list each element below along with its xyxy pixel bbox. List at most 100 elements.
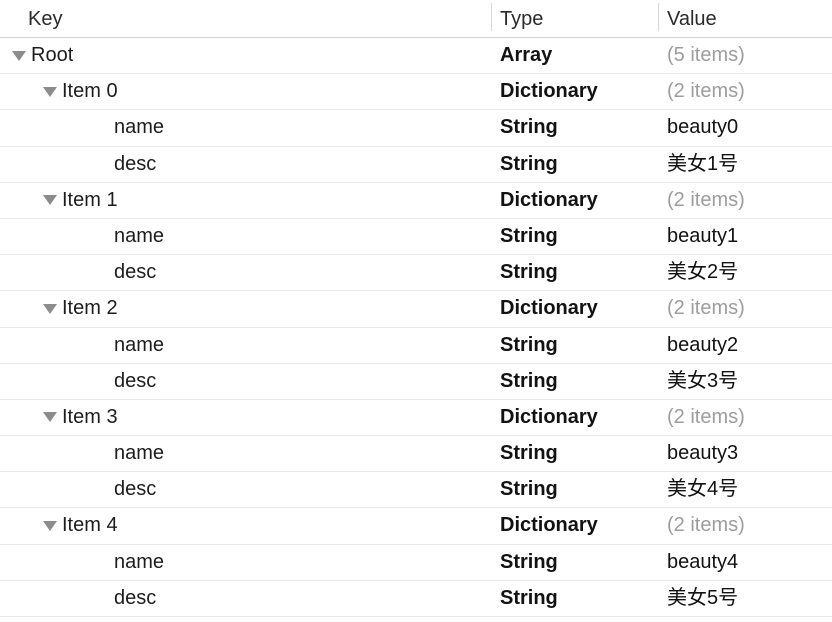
table-row[interactable]: Item 0 Dictionary (2 items): [0, 74, 832, 111]
row-key-label: desc: [114, 152, 157, 175]
row-type-cell[interactable]: String: [500, 472, 558, 507]
plist-rows: Root Array (5 items) Item 0 Dictionary (2 ite…: [0, 38, 832, 617]
row-value-cell[interactable]: (2 items): [667, 183, 745, 218]
row-value-cell[interactable]: 美女2号: [667, 255, 738, 290]
disclosure-triangle-down-icon[interactable]: [43, 86, 57, 97]
table-row[interactable]: desc String 美女3号: [0, 363, 832, 400]
table-row[interactable]: name String beauty3: [0, 436, 832, 473]
row-value-cell[interactable]: (2 items): [667, 291, 745, 326]
row-key-cell[interactable]: desc: [0, 364, 156, 399]
row-key-label: Item 1: [62, 188, 118, 211]
row-type-cell[interactable]: String: [500, 545, 558, 580]
row-key-label: Item 2: [62, 297, 118, 320]
row-value-cell[interactable]: beauty4: [667, 545, 738, 580]
row-key-label: desc: [114, 586, 157, 609]
row-key-label: name: [114, 224, 165, 247]
row-key-label: Item 4: [62, 514, 118, 537]
column-header-value[interactable]: Value: [667, 0, 717, 38]
table-row[interactable]: desc String 美女2号: [0, 255, 832, 292]
disclosure-triangle-down-icon[interactable]: [12, 50, 26, 61]
table-row[interactable]: name String beauty0: [0, 110, 832, 147]
disclosure-spacer-icon: [95, 376, 109, 386]
row-key-label: Root: [31, 44, 74, 66]
row-value-cell[interactable]: beauty2: [667, 328, 738, 363]
row-key-cell[interactable]: desc: [0, 581, 156, 616]
disclosure-spacer-icon: [95, 557, 109, 567]
row-type-cell[interactable]: Dictionary: [500, 291, 598, 326]
row-value-cell[interactable]: beauty1: [667, 219, 738, 254]
disclosure-spacer-icon: [95, 232, 109, 242]
disclosure-spacer-icon: [95, 159, 109, 169]
row-value-cell[interactable]: 美女5号: [667, 581, 738, 616]
column-divider-value[interactable]: [658, 3, 659, 31]
row-key-cell[interactable]: Item 4: [0, 508, 118, 543]
table-row[interactable]: desc String 美女4号: [0, 472, 832, 509]
row-key-cell[interactable]: Item 3: [0, 400, 118, 435]
row-key-cell[interactable]: name: [0, 328, 164, 363]
row-key-label: name: [114, 442, 165, 465]
row-value-cell[interactable]: 美女4号: [667, 472, 738, 507]
row-type-cell[interactable]: Dictionary: [500, 508, 598, 543]
disclosure-triangle-down-icon[interactable]: [43, 195, 57, 206]
table-row[interactable]: name String beauty1: [0, 218, 832, 256]
disclosure-spacer-icon: [95, 268, 109, 278]
table-row[interactable]: desc String 美女5号: [0, 580, 832, 617]
table-row[interactable]: desc String 美女1号: [0, 146, 832, 183]
row-type-cell[interactable]: Dictionary: [500, 74, 598, 109]
row-value-cell[interactable]: (2 items): [667, 508, 745, 543]
row-key-cell[interactable]: Item 0: [0, 74, 118, 109]
row-key-label: Item 3: [62, 405, 118, 428]
disclosure-spacer-icon: [95, 123, 109, 133]
column-header-key[interactable]: Key: [28, 0, 62, 38]
row-type-cell[interactable]: String: [500, 364, 558, 399]
row-key-label: desc: [114, 369, 157, 392]
table-row[interactable]: Item 3 Dictionary (2 items): [0, 399, 832, 437]
row-type-cell[interactable]: Array: [500, 38, 552, 73]
row-type-cell[interactable]: String: [500, 147, 558, 182]
table-row[interactable]: Root Array (5 items): [0, 38, 832, 75]
row-value-cell[interactable]: (2 items): [667, 74, 745, 109]
row-key-cell[interactable]: desc: [0, 472, 156, 507]
row-key-label: name: [114, 333, 165, 356]
row-value-cell[interactable]: 美女3号: [667, 364, 738, 399]
row-key-cell[interactable]: desc: [0, 255, 156, 290]
column-header-type[interactable]: Type: [500, 0, 543, 38]
row-key-cell[interactable]: name: [0, 110, 164, 145]
row-key-label: name: [114, 116, 165, 139]
row-type-cell[interactable]: String: [500, 219, 558, 254]
row-value-cell[interactable]: beauty3: [667, 436, 738, 471]
row-type-cell[interactable]: String: [500, 328, 558, 363]
row-value-cell[interactable]: (2 items): [667, 400, 745, 435]
row-key-cell[interactable]: Item 1: [0, 183, 118, 218]
table-row[interactable]: name String beauty4: [0, 544, 832, 581]
row-type-cell[interactable]: Dictionary: [500, 400, 598, 435]
row-key-cell[interactable]: desc: [0, 147, 156, 182]
disclosure-triangle-down-icon[interactable]: [43, 412, 57, 423]
row-key-label: name: [114, 550, 165, 573]
row-key-cell[interactable]: Item 2: [0, 291, 118, 326]
disclosure-spacer-icon: [95, 485, 109, 495]
disclosure-triangle-down-icon[interactable]: [43, 521, 57, 532]
row-type-cell[interactable]: String: [500, 110, 558, 145]
row-key-cell[interactable]: Root: [0, 38, 73, 73]
row-type-cell[interactable]: Dictionary: [500, 183, 598, 218]
table-row[interactable]: Item 1 Dictionary (2 items): [0, 182, 832, 219]
row-key-cell[interactable]: name: [0, 219, 164, 254]
row-value-cell[interactable]: beauty0: [667, 110, 738, 145]
disclosure-spacer-icon: [95, 593, 109, 603]
row-type-cell[interactable]: String: [500, 255, 558, 290]
row-type-cell[interactable]: String: [500, 581, 558, 616]
row-key-label: desc: [114, 478, 157, 501]
table-row[interactable]: Item 2 Dictionary (2 items): [0, 291, 832, 328]
row-key-cell[interactable]: name: [0, 545, 164, 580]
row-type-cell[interactable]: String: [500, 436, 558, 471]
table-row[interactable]: Item 4 Dictionary (2 items): [0, 508, 832, 545]
table-row[interactable]: name String beauty2: [0, 327, 832, 364]
disclosure-triangle-down-icon[interactable]: [43, 303, 57, 314]
row-value-cell[interactable]: 美女1号: [667, 147, 738, 182]
row-key-label: Item 0: [62, 80, 118, 103]
disclosure-spacer-icon: [95, 340, 109, 350]
row-key-cell[interactable]: name: [0, 436, 164, 471]
row-value-cell[interactable]: (5 items): [667, 38, 745, 73]
column-divider-type[interactable]: [491, 3, 492, 31]
